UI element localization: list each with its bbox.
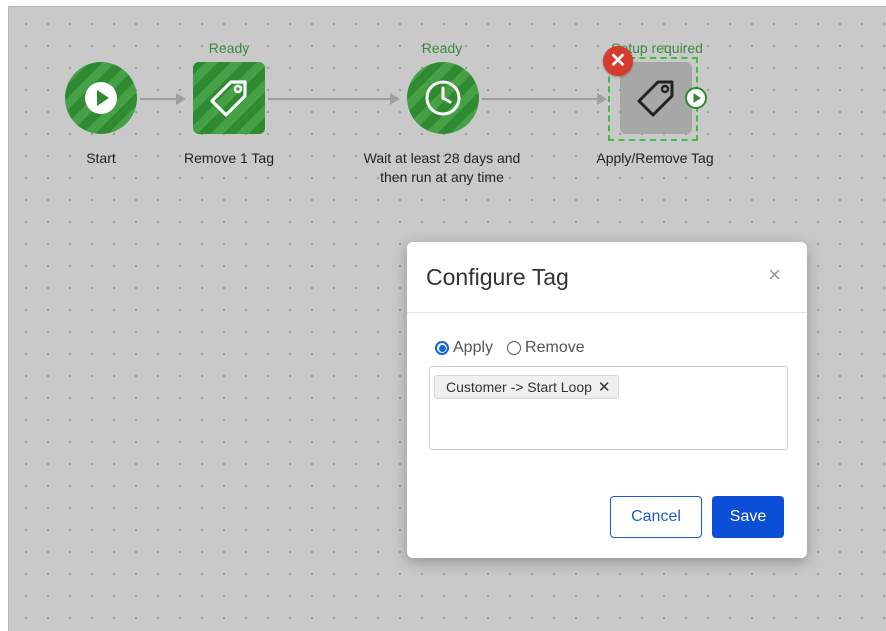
configure-tag-modal: Configure Tag × Apply Remove Customer ->… bbox=[407, 242, 807, 558]
clock-icon bbox=[425, 80, 461, 116]
node-status-remove-tag: Ready bbox=[208, 40, 250, 56]
close-icon[interactable]: × bbox=[768, 264, 781, 286]
wait-node-label-line2: then run at any time bbox=[380, 169, 504, 185]
modal-title: Configure Tag bbox=[426, 264, 569, 290]
remove-tag-node[interactable] bbox=[193, 62, 265, 134]
remove-radio-label[interactable]: Remove bbox=[525, 339, 585, 357]
cancel-button[interactable]: Cancel bbox=[610, 496, 702, 538]
connector-start-remove bbox=[140, 98, 176, 100]
play-circle-icon[interactable] bbox=[684, 86, 708, 110]
apply-radio-label[interactable]: Apply bbox=[453, 339, 493, 357]
save-button[interactable]: Save bbox=[712, 496, 784, 538]
wait-node-label-line1: Wait at least 28 days and bbox=[363, 150, 521, 166]
connector-wait-apply bbox=[482, 98, 598, 100]
tag-chip-label: Customer -> Start Loop bbox=[446, 379, 592, 395]
error-icon[interactable]: ✕ bbox=[603, 46, 633, 76]
remove-radio[interactable] bbox=[507, 341, 522, 355]
arrow-remove-wait bbox=[390, 93, 400, 105]
connector-remove-wait bbox=[268, 98, 392, 100]
wait-node[interactable] bbox=[407, 62, 479, 134]
arrow-wait-apply bbox=[597, 93, 607, 105]
modal-header: Configure Tag × bbox=[407, 242, 807, 313]
apply-remove-options: Apply Remove bbox=[435, 339, 599, 357]
tag-icon bbox=[210, 80, 247, 117]
node-status-wait: Ready bbox=[421, 40, 463, 56]
start-node-label: Start bbox=[86, 150, 116, 166]
remove-tag-icon[interactable]: ✕ bbox=[598, 378, 611, 396]
play-icon bbox=[85, 82, 117, 114]
tag-select-input[interactable]: Customer -> Start Loop ✕ bbox=[429, 366, 788, 450]
wait-node-label: Wait at least 28 days and then run at an… bbox=[340, 149, 544, 187]
remove-tag-node-label: Remove 1 Tag bbox=[183, 150, 274, 166]
tag-chip: Customer -> Start Loop ✕ bbox=[434, 375, 620, 399]
arrow-start-remove bbox=[176, 93, 186, 105]
apply-radio[interactable] bbox=[435, 341, 449, 355]
apply-remove-tag-node-label: Apply/Remove Tag bbox=[596, 150, 714, 166]
start-node[interactable] bbox=[65, 62, 137, 134]
